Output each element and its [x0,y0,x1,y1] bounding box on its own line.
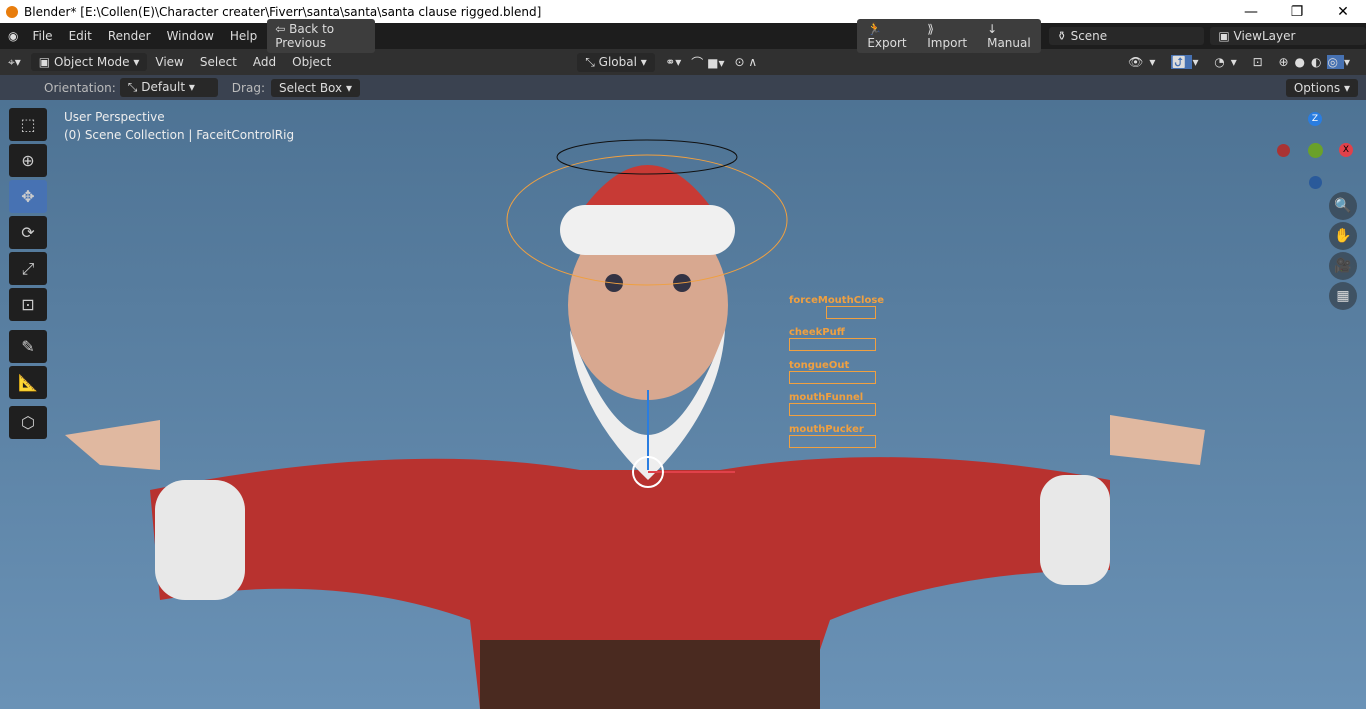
add-cube-tool[interactable]: ⬡ [9,406,47,439]
import-label: Import [927,36,968,50]
rotate-tool[interactable]: ⟳ [9,216,47,249]
toolbar: ⬚ ⊕ ✥ ⟳ ⤢ ⊡ ✎ 📐 ⬡ [9,108,47,439]
cursor-tool[interactable]: ⊕ [9,144,47,177]
transform-tool[interactable]: ⊡ [9,288,47,321]
shape-key-label: mouthFunnel [789,392,864,403]
scene-name: Scene [1070,29,1108,43]
mode-selector[interactable]: ▣ Object Mode ▾ [30,53,148,71]
pan-hand-icon[interactable]: ✋ [1329,222,1357,250]
zoom-icon[interactable]: 🔍 [1329,192,1357,220]
shape-key-label: forceMouthClose [789,295,885,306]
view-layer-selector[interactable]: ▣ ViewLayer [1210,27,1366,45]
drag-label: Drag: [231,80,265,95]
shape-key-label: cheekPuff [789,327,845,338]
gizmo-neg-x-axis[interactable] [1277,144,1290,157]
gizmo-neg-z-axis[interactable] [1309,176,1322,189]
blender-logo-icon [6,5,18,18]
title-bar: Blender* [E:\Collen(E)\Character creater… [0,0,1366,23]
menu-view[interactable]: View [147,55,191,69]
gizmo-z-axis[interactable]: Z [1308,112,1322,126]
close-button[interactable]: ✕ [1320,4,1366,20]
window-title: Blender* [E:\Collen(E)\Character creater… [24,4,542,19]
viewport-header: ⌖▾ ▣ Object Mode ▾ View Select Add Objec… [0,49,1366,75]
import-button[interactable]: ⟫ Import [919,19,976,53]
collection-label: (0) Scene Collection | FaceitControlRig [64,128,295,142]
menu-file[interactable]: File [24,29,60,43]
back-to-previous-button[interactable]: ⇦ Back to Previous [267,19,376,53]
gizmo-y-axis[interactable] [1308,143,1323,158]
manual-label: Manual [987,36,1031,50]
menu-object[interactable]: Object [284,55,339,69]
menu-select[interactable]: Select [192,55,245,69]
snap-icon[interactable]: ⌒ ■▾ [691,54,724,71]
camera-view-icon[interactable]: 🎥 [1329,252,1357,280]
view-layer-name: ViewLayer [1233,29,1296,43]
3d-viewport[interactable]: User Perspective (0) Scene Collection | … [0,100,1366,709]
shape-key-slider[interactable] [789,435,876,448]
navigation-gizmo[interactable]: Z X [1275,110,1355,190]
transform-orientation-selector[interactable]: ⤡ Global ▾ [577,52,656,72]
menu-window[interactable]: Window [159,29,222,43]
viewport-shading-icons[interactable]: 👁▾ ⤴▾ ◔▾ ⊡ ⊕●◐◎▾ [1128,55,1356,69]
orientation-label: Orientation: [44,80,116,95]
top-menu-bar: ◉ File Edit Render Window Help ⇦ Back to… [0,19,1366,53]
options-dropdown[interactable]: Options ▾ [1285,78,1358,97]
shape-key-slider[interactable] [789,403,876,416]
menu-help[interactable]: Help [222,29,265,43]
shape-key-label: mouthPucker [789,424,864,435]
scene-selector[interactable]: ⚱ Scene [1048,27,1205,45]
orientation-label: Global [598,54,637,69]
select-box-tool[interactable]: ⬚ [9,108,47,141]
orientation-dropdown[interactable]: ⤡ Default ▾ [119,78,218,97]
export-label: Export [867,36,907,50]
menu-add[interactable]: Add [245,55,284,69]
orientation-value: Default [141,80,186,94]
shape-key-slider[interactable] [789,371,876,384]
gizmo-x-axis[interactable]: X [1339,143,1353,157]
tool-settings-bar: Orientation: ⤡ Default ▾ Drag: Select Bo… [0,75,1366,100]
options-label: Options [1293,80,1341,95]
mode-label: Object Mode [53,55,130,69]
editor-type-icon[interactable]: ⌖▾ [8,55,21,70]
drag-dropdown[interactable]: Select Box ▾ [270,78,360,97]
view-perspective-label: User Perspective [64,110,165,124]
santa-model [65,139,1205,709]
manual-button[interactable]: ↓ Manual [979,19,1039,53]
menu-render[interactable]: Render [100,29,159,43]
shape-key-label: tongueOut [789,360,850,371]
annotate-tool[interactable]: ✎ [9,330,47,363]
shape-key-slider[interactable] [789,338,876,351]
scale-tool[interactable]: ⤢ [9,252,47,285]
export-button[interactable]: 🏃 Export [859,19,916,53]
pivot-icon[interactable]: ⚭▾ [665,55,681,69]
measure-tool[interactable]: 📐 [9,366,47,399]
perspective-grid-icon[interactable]: ▦ [1329,282,1357,310]
move-tool[interactable]: ✥ [9,180,47,213]
back-label: Back to Previous [275,22,335,50]
proportional-edit-icon[interactable]: ⊙ ∧ [734,55,757,69]
menu-edit[interactable]: Edit [61,29,100,43]
minimize-button[interactable]: — [1228,4,1274,20]
shape-key-slider[interactable] [826,306,876,319]
drag-value: Select Box [278,80,343,95]
restore-button[interactable]: ❐ [1274,4,1320,20]
blender-menu-icon[interactable]: ◉ [8,29,18,43]
